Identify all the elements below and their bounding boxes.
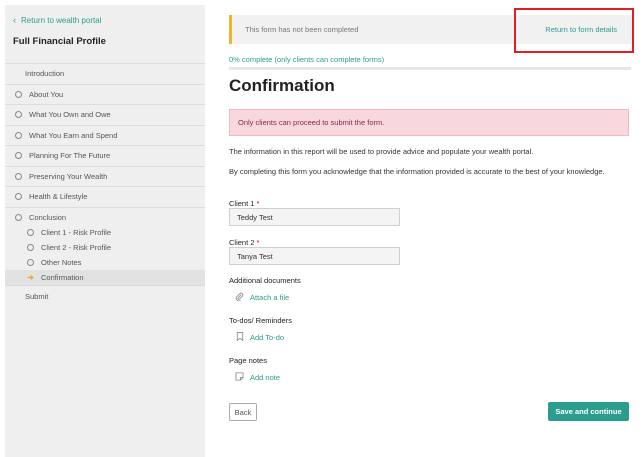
nav-item-conclusion[interactable]: Conclusion bbox=[5, 211, 205, 225]
client1-value: Teddy Test bbox=[237, 212, 273, 222]
nav-item-submit[interactable]: Submit bbox=[5, 284, 205, 307]
add-note-label: Add note bbox=[250, 373, 281, 382]
page-title: Confirmation bbox=[229, 76, 335, 95]
alert-text: Only clients can proceed to submit the f… bbox=[238, 118, 385, 127]
nav-item-health-lifestyle[interactable]: Health & Lifestyle bbox=[5, 186, 205, 207]
circle-icon bbox=[27, 258, 34, 266]
nav-item-label: Submit bbox=[25, 291, 49, 301]
bookmark-icon bbox=[235, 332, 244, 343]
add-todo-button[interactable]: Add To-do bbox=[235, 332, 284, 343]
client1-label: Client 1 * bbox=[229, 199, 259, 208]
circle-icon bbox=[27, 228, 34, 236]
nav-subitem-label: Client 2 - Risk Profile bbox=[41, 242, 112, 252]
nav-item-preserving-wealth[interactable]: Preserving Your Wealth bbox=[5, 165, 205, 187]
circle-icon bbox=[15, 193, 22, 201]
required-mark: * bbox=[256, 238, 260, 247]
acknowledge-paragraph: By completing this form you acknowledge … bbox=[229, 167, 605, 176]
chevron-left-icon: ‹ bbox=[13, 15, 16, 25]
nav-item-introduction[interactable]: Introduction bbox=[5, 63, 205, 84]
nav-subitem-confirmation[interactable]: ➜ Confirmation bbox=[5, 269, 205, 285]
back-button[interactable]: Back bbox=[229, 403, 257, 421]
nav-group-conclusion: Conclusion Client 1 - Risk Profile Clien… bbox=[5, 206, 205, 285]
sidebar: ‹ Return to wealth portal Full Financial… bbox=[5, 5, 205, 457]
progress-bar bbox=[229, 67, 631, 70]
progress-text: 0% complete (only clients can complete f… bbox=[229, 55, 385, 64]
nav-subitem-label: Confirmation bbox=[41, 272, 84, 282]
circle-icon bbox=[15, 152, 22, 160]
nav-subitem-label: Other Notes bbox=[41, 257, 82, 267]
save-and-continue-button[interactable]: Save and continue bbox=[548, 402, 629, 421]
nav-item-label: About You bbox=[29, 89, 64, 99]
nav-item-about-you[interactable]: About You bbox=[5, 83, 205, 105]
todos-label: To-dos/ Reminders bbox=[229, 316, 292, 325]
circle-icon bbox=[15, 214, 22, 221]
nav-item-label: Health & Lifestyle bbox=[29, 192, 88, 202]
client2-label: Client 2 * bbox=[229, 238, 259, 247]
nav-item-label: What You Own and Owe bbox=[29, 110, 111, 120]
required-mark: * bbox=[256, 199, 260, 208]
return-to-wealth-portal-link[interactable]: ‹ Return to wealth portal bbox=[13, 15, 102, 25]
banner-text: This form has not been completed bbox=[245, 25, 359, 34]
form-nav: Introduction About You What You Own and … bbox=[5, 63, 205, 307]
arrow-right-icon: ➜ bbox=[27, 272, 34, 282]
circle-icon bbox=[27, 243, 34, 251]
nav-item-own-and-owe[interactable]: What You Own and Owe bbox=[5, 104, 205, 125]
circle-icon bbox=[15, 111, 22, 119]
nav-item-planning-future[interactable]: Planning For The Future bbox=[5, 145, 205, 166]
add-note-button[interactable]: Add note bbox=[235, 372, 280, 383]
circle-icon bbox=[15, 172, 22, 180]
circle-icon bbox=[15, 90, 22, 98]
attach-file-button[interactable]: Attach a file bbox=[235, 292, 289, 303]
form-title: Full Financial Profile bbox=[13, 36, 106, 47]
client2-value: Tanya Test bbox=[237, 251, 273, 261]
highlight-box bbox=[514, 8, 634, 53]
add-todo-label: Add To-do bbox=[250, 333, 285, 342]
page-notes-label: Page notes bbox=[229, 356, 267, 365]
info-paragraph: The information in this report will be u… bbox=[229, 147, 534, 156]
note-icon bbox=[235, 372, 244, 383]
client2-label-text: Client 2 bbox=[229, 238, 255, 247]
attach-file-label: Attach a file bbox=[250, 293, 290, 302]
client2-field[interactable]: Tanya Test bbox=[229, 247, 400, 265]
client1-field[interactable]: Teddy Test bbox=[229, 208, 400, 226]
nav-subitem-client2-risk[interactable]: Client 2 - Risk Profile bbox=[5, 240, 205, 255]
paperclip-icon bbox=[235, 292, 244, 303]
additional-documents-label: Additional documents bbox=[229, 276, 301, 285]
nav-item-label: What You Earn and Spend bbox=[29, 130, 118, 140]
nav-item-label: Introduction bbox=[25, 69, 65, 79]
circle-icon bbox=[15, 131, 22, 139]
nav-subitem-client1-risk[interactable]: Client 1 - Risk Profile bbox=[5, 225, 205, 240]
client1-label-text: Client 1 bbox=[229, 199, 255, 208]
return-to-wealth-portal-label: Return to wealth portal bbox=[21, 15, 102, 25]
alert-message: Only clients can proceed to submit the f… bbox=[229, 109, 629, 136]
nav-item-label: Conclusion bbox=[29, 213, 67, 222]
nav-item-earn-and-spend[interactable]: What You Earn and Spend bbox=[5, 124, 205, 146]
nav-item-label: Preserving Your Wealth bbox=[29, 171, 108, 181]
nav-subitem-label: Client 1 - Risk Profile bbox=[41, 227, 112, 237]
nav-item-label: Planning For The Future bbox=[29, 151, 111, 161]
nav-subitem-other-notes[interactable]: Other Notes bbox=[5, 255, 205, 270]
